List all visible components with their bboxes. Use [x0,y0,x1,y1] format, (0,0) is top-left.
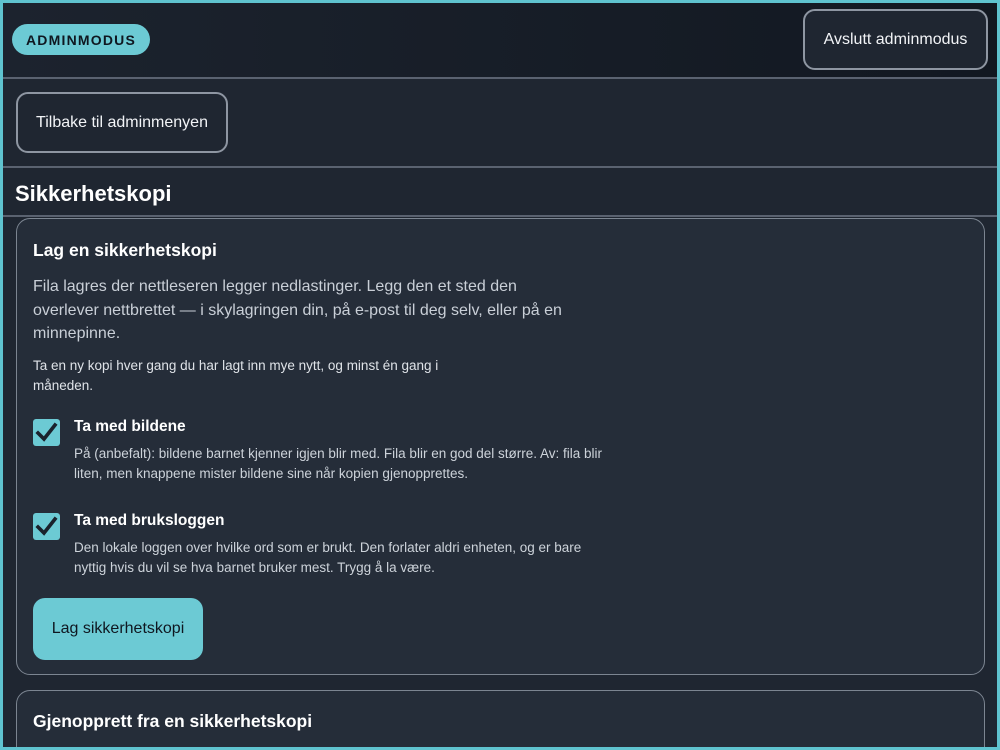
include-usage-log-label: Ta med bruksloggen [74,512,225,529]
section-header: Sikkerhetskopi [3,168,997,217]
include-images-checkbox[interactable] [33,419,60,446]
top-bar: ADMINMODUS Avslutt adminmodus [3,3,997,79]
include-images-description: På (anbefalt): bildene barnet kjenner ig… [74,446,603,481]
exit-admin-mode-button[interactable]: Avslutt adminmodus [803,9,988,70]
include-usage-log-checkbox[interactable] [33,513,60,540]
include-usage-log-description: Den lokale loggen over hvilke ord som er… [74,540,582,575]
backup-description: Fila lagres der nettleseren legger nedla… [33,278,562,342]
restore-backup-title: Gjenopprett fra en sikkerhetskopi [33,711,313,731]
create-backup-title: Lag en sikkerhetskopi [33,240,217,260]
checkmark-icon [35,422,58,442]
create-backup-button[interactable]: Lag sikkerhetskopi [33,598,203,660]
app-window: ADMINMODUS Avslutt adminmodus Tilbake ti… [3,3,997,747]
include-images-label: Ta med bildene [74,418,186,435]
create-backup-card: Lag en sikkerhetskopi Fila lagres der ne… [16,218,985,675]
page-title: Sikkerhetskopi [15,181,172,206]
backup-frequency-note: Ta en ny kopi hver gang du har lagt inn … [33,358,439,393]
back-to-admin-menu-button[interactable]: Tilbake til adminmenyen [16,92,228,153]
admin-mode-badge: ADMINMODUS [12,24,150,55]
restore-backup-card: Gjenopprett fra en sikkerhetskopi [16,690,985,747]
checkmark-icon [35,516,58,536]
navigation-row: Tilbake til adminmenyen [3,81,997,168]
